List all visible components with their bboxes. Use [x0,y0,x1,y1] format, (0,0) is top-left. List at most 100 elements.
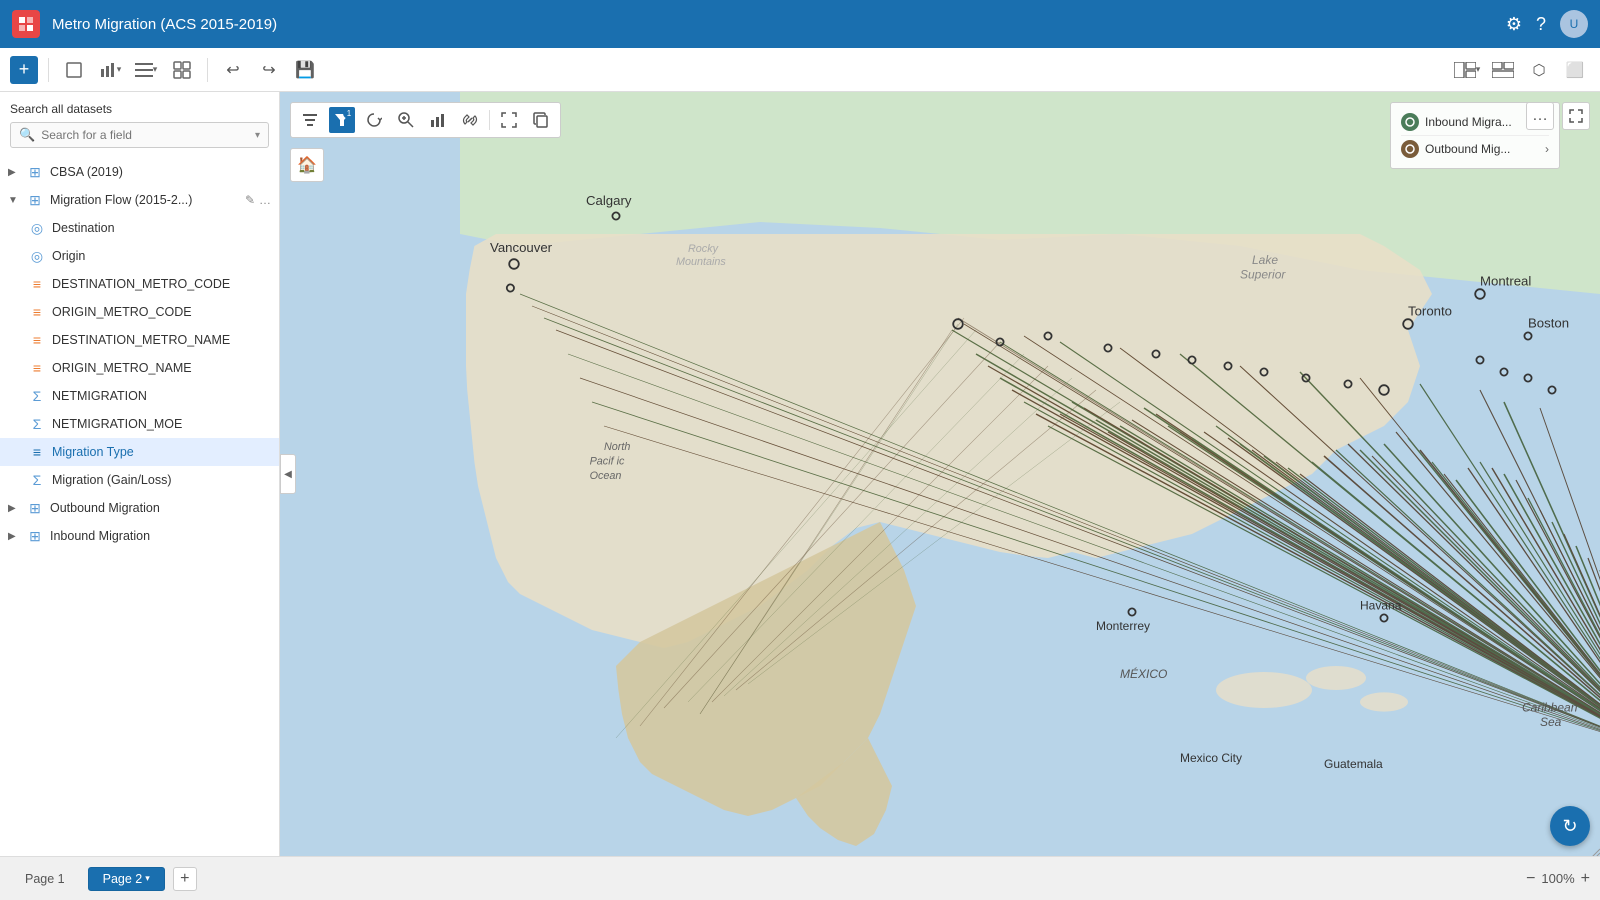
view-button[interactable]: ▾ [131,55,161,85]
orig-metro-code-label: ORIGIN_METRO_CODE [52,305,271,319]
map-more-button[interactable]: … [1526,102,1554,130]
tree-item-inbound[interactable]: ▶ ⊞ Inbound Migration [0,522,279,550]
expand-icon: ▶ [8,503,20,514]
svg-text:Guatemala: Guatemala [1324,757,1383,771]
svg-text:Caribbean: Caribbean [1522,701,1578,715]
present-button[interactable]: ⬡ [1524,55,1554,85]
map-refresh-button[interactable]: ↻ [1550,806,1590,846]
app-logo [12,10,40,38]
tree-item-migration-type[interactable]: ≡ Migration Type [0,438,279,466]
legend-dot-inbound [1401,113,1419,131]
tree-item-outbound[interactable]: ▶ ⊞ Outbound Migration [0,494,279,522]
table-icon: ⊞ [26,500,44,517]
fullscreen-button[interactable] [496,107,522,133]
new-sheet-button[interactable] [59,55,89,85]
bar-icon: ≡ [28,360,46,376]
page-tab-dropdown-icon[interactable]: ▾ [145,873,150,884]
tree-item-migration-gain-loss[interactable]: Σ Migration (Gain/Loss) [0,466,279,494]
tree-item-origin[interactable]: ◎ Origin [0,242,279,270]
svg-text:North: North [604,441,630,453]
search-dropdown-icon[interactable]: ▾ [255,130,260,141]
item-actions: ✎ … [245,193,271,207]
bar-icon: ≡ [28,276,46,292]
migration-flow-label: Migration Flow (2015-2...) [50,193,239,207]
tree-item-cbsa[interactable]: ▶ ⊞ CBSA (2019) [0,158,279,186]
tree-item-netmigration-moe[interactable]: Σ NETMIGRATION_MOE [0,410,279,438]
add-button[interactable]: + [10,56,38,84]
help-icon[interactable]: ? [1536,14,1546,35]
redo-button[interactable]: ↪ [254,55,284,85]
filter-button[interactable] [297,107,323,133]
cbsa-label: CBSA (2019) [50,165,271,179]
page-add-button[interactable]: + [173,867,197,891]
undo-button[interactable]: ↩ [218,55,248,85]
legend-arrow-out[interactable]: › [1545,142,1549,156]
page-tab-1[interactable]: Page 1 [10,867,80,891]
search-input[interactable] [41,128,249,142]
split-view-button[interactable] [1488,55,1518,85]
search-label: Search all datasets [10,102,269,116]
svg-text:Havana: Havana [1360,599,1402,613]
toolbar-right: ▾ ⬡ ⬜ [1452,55,1590,85]
link-button[interactable] [457,107,483,133]
svg-text:Calgary: Calgary [586,193,632,208]
svg-text:Ocean: Ocean [590,470,622,482]
search-icon: 🔍 [19,127,35,143]
sigma-icon: Σ [28,472,46,488]
tree-item-orig-metro-code[interactable]: ≡ ORIGIN_METRO_CODE [0,298,279,326]
map-resize-handle[interactable] [1588,844,1600,856]
lasso-button[interactable] [361,107,387,133]
share-button[interactable]: ⬜ [1560,55,1590,85]
zoom-in-button[interactable]: + [1581,870,1590,888]
svg-text:Boston: Boston [1528,316,1569,331]
map-container[interactable]: ◀ [280,92,1600,856]
svg-text:Toronto: Toronto [1408,304,1452,319]
save-button[interactable]: 💾 [290,55,320,85]
copy-button[interactable] [528,107,554,133]
filter-active-button[interactable]: 1 [329,107,355,133]
layout-view-button[interactable]: ▾ [1452,55,1482,85]
zoom-out-button[interactable]: − [1526,870,1535,888]
svg-text:Monterrey: Monterrey [1096,619,1150,633]
legend-dot-outbound [1401,140,1419,158]
migration-gain-loss-label: Migration (Gain/Loss) [52,473,271,487]
map-home-button[interactable]: 🏠 [290,148,324,182]
sigma-icon: Σ [28,416,46,432]
table-icon: ⊞ [26,528,44,545]
tree-item-dest-metro-name[interactable]: ≡ DESTINATION_METRO_NAME [0,326,279,354]
data-tree: ▶ ⊞ CBSA (2019) ▼ ⊞ Migration Flow (2015… [0,154,279,856]
panel-collapse-button[interactable]: ◀ [280,454,296,494]
tree-item-netmigration[interactable]: Σ NETMIGRATION [0,382,279,410]
netmigration-moe-label: NETMIGRATION_MOE [52,417,271,431]
map-expand-button[interactable] [1562,102,1590,130]
page-bar: Page 1 Page 2 ▾ + − 100% + [0,856,1600,900]
tree-item-orig-metro-name[interactable]: ≡ ORIGIN_METRO_NAME [0,354,279,382]
zoom-level: 100% [1541,871,1574,886]
dest-metro-code-label: DESTINATION_METRO_CODE [52,277,271,291]
chart-button[interactable] [425,107,451,133]
tree-item-dest-metro-code[interactable]: ≡ DESTINATION_METRO_CODE [0,270,279,298]
dashboard-button[interactable] [167,55,197,85]
svg-text:Vancouver: Vancouver [490,240,553,255]
page-tab-2[interactable]: Page 2 ▾ [88,867,165,891]
svg-text:Superior: Superior [1240,267,1286,281]
migration-type-label: Migration Type [52,445,271,459]
inbound-label: Inbound Migration [50,529,271,543]
avatar[interactable]: U [1560,10,1588,38]
svg-text:Mountains: Mountains [676,256,726,268]
map-toolbar: 1 [290,102,561,138]
tree-item-migration-flow[interactable]: ▼ ⊞ Migration Flow (2015-2...) ✎ … [0,186,279,214]
sigma-icon: Σ [28,388,46,404]
chart-type-button[interactable]: ▾ [95,55,125,85]
tree-item-destination[interactable]: ◎ Destination [0,214,279,242]
zoom-button[interactable] [393,107,419,133]
settings-icon[interactable]: ⚙ [1506,14,1522,35]
legend-item-outbound[interactable]: Outbound Mig... › [1401,136,1549,162]
outbound-label: Outbound Migration [50,501,271,515]
main-toolbar: + ▾ ▾ ↩ ↪ 💾 ▾ ⬡ ⬜ [0,48,1600,92]
more-icon[interactable]: … [259,193,271,207]
edit-icon[interactable]: ✎ [245,193,255,207]
svg-text:Sea: Sea [1540,715,1562,729]
left-panel: Search all datasets 🔍 ▾ ▶ ⊞ CBSA (2019) … [0,92,280,856]
table-icon: ⊞ [26,192,44,209]
